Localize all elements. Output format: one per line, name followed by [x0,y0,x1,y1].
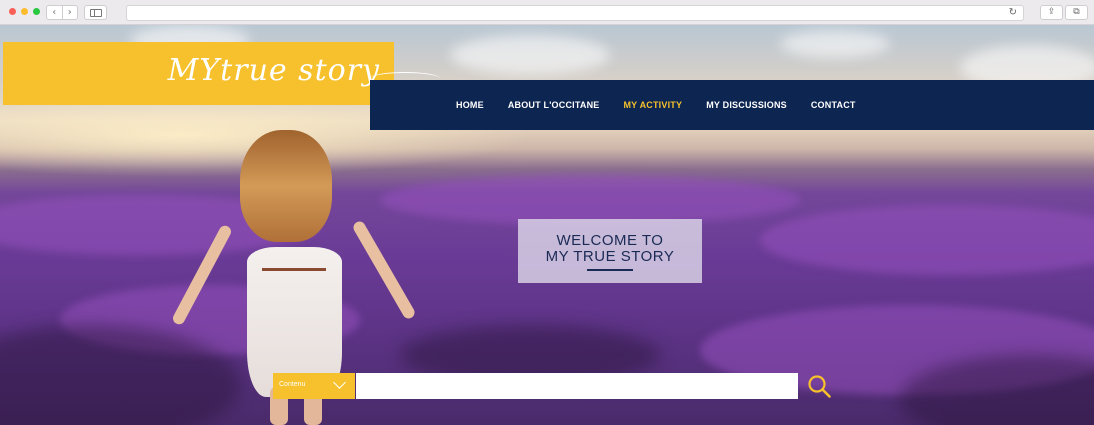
site-logo[interactable]: MYtrue story [3,42,394,105]
welcome-box: WELCOME TO MY TRUE STORY [518,219,702,283]
main-nav: HOME ABOUT L'OCCITANE MY ACTIVITY MY DIS… [370,80,1094,130]
field-texture [760,205,1094,275]
field-texture [380,175,800,225]
address-bar[interactable]: ↻ [126,5,1024,21]
share-button[interactable]: ⇪ [1040,5,1063,20]
chevron-down-icon [333,376,346,389]
minimize-window-button[interactable] [21,8,28,15]
sidebar-icon [90,9,102,17]
browser-toolbar: ‹ › ↻ ⇪ ⧉ [0,0,1094,25]
woman-arm [351,219,417,321]
forward-button[interactable]: › [61,6,78,19]
tabs-overview-button[interactable]: ⧉ [1065,5,1088,20]
search-category-label: Contenu [279,381,306,388]
search-category-select[interactable]: Contenu [273,373,355,399]
hero-banner: MYtrue story HOME ABOUT L'OCCITANE MY AC… [0,25,1094,425]
back-button[interactable]: ‹ [47,6,62,19]
search-input[interactable] [356,373,798,399]
maximize-window-button[interactable] [33,8,40,15]
page: ‹ › ↻ ⇪ ⧉ MYtrue story HOME ABOUT L'OCCI… [0,0,1094,425]
nav-item-home[interactable]: HOME [456,100,484,110]
logo-text: MYtrue story [167,53,380,88]
woman-hair [240,130,332,242]
reload-icon[interactable]: ↻ [1009,6,1017,20]
woman-belt [262,268,326,271]
welcome-line-2: MY TRUE STORY [545,248,675,265]
search-icon[interactable] [806,373,832,399]
close-window-button[interactable] [9,8,16,15]
welcome-line-1: WELCOME TO [556,232,664,249]
nav-item-contact[interactable]: CONTACT [811,100,856,110]
nav-item-my-activity[interactable]: MY ACTIVITY [623,100,682,110]
nav-item-about[interactable]: ABOUT L'OCCITANE [508,100,600,110]
nav-item-my-discussions[interactable]: MY DISCUSSIONS [706,100,787,110]
history-buttons: ‹ › [46,5,78,20]
cloud-shape [780,30,890,58]
welcome-divider [587,269,633,271]
cloud-shape [450,35,610,75]
sidebar-toggle-button[interactable] [84,5,107,20]
